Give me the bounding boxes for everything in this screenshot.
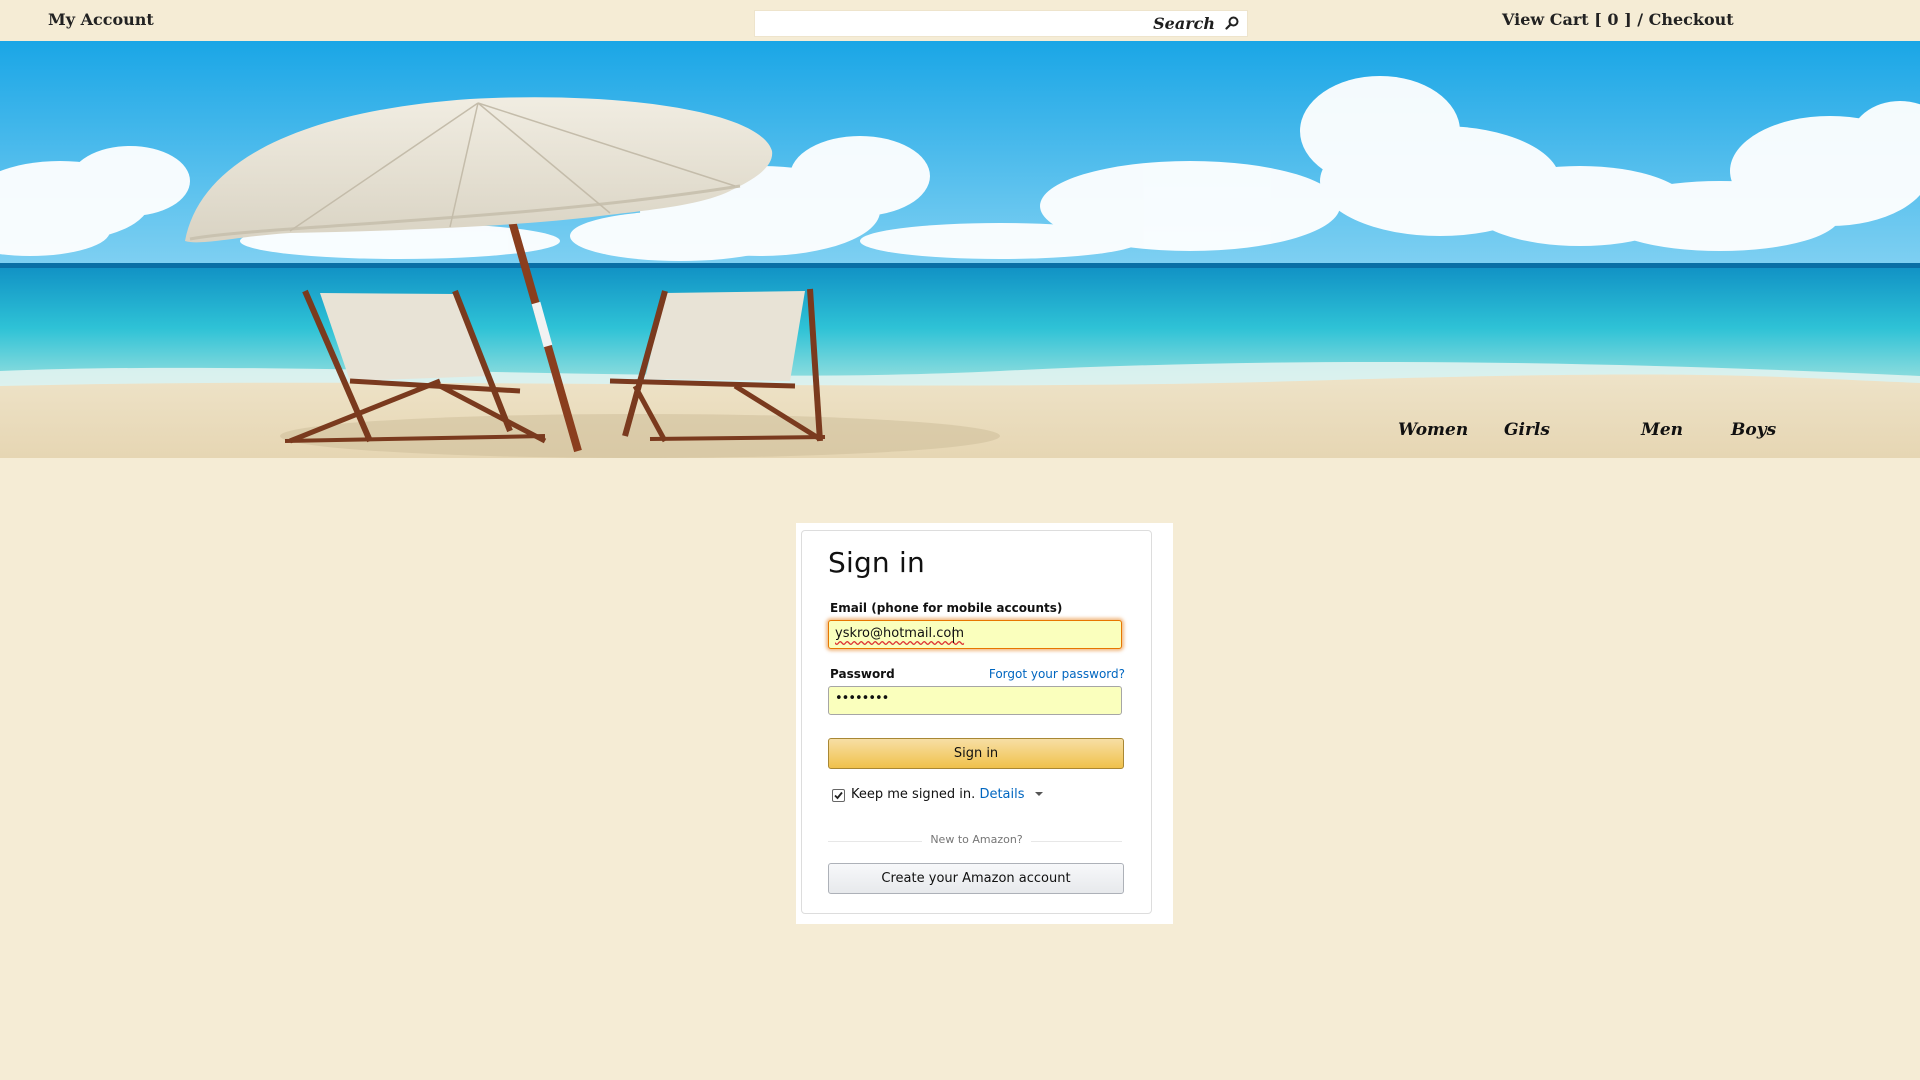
search-icon[interactable] — [1225, 16, 1239, 30]
email-field[interactable]: yskro@hotmail.com — [828, 620, 1122, 649]
new-to-amazon-divider: New to Amazon? — [802, 833, 1151, 846]
caret-down-icon[interactable] — [1034, 792, 1043, 796]
email-label: Email (phone for mobile accounts) — [830, 601, 1063, 615]
my-account-link[interactable]: My Account — [48, 10, 154, 29]
password-label: Password — [830, 667, 895, 681]
text-caret — [953, 627, 954, 643]
create-account-button[interactable]: Create your Amazon account — [828, 863, 1124, 894]
beach-umbrella-chairs-image — [0, 41, 1920, 458]
signin-button[interactable]: Sign in — [828, 738, 1124, 769]
view-cart-checkout-link[interactable]: View Cart [ 0 ] / Checkout — [1502, 10, 1734, 29]
nav-men[interactable]: Men — [1641, 420, 1683, 440]
top-bar: My Account Search View Cart [ 0 ] / Chec… — [0, 0, 1920, 41]
new-to-amazon-text: New to Amazon? — [922, 833, 1031, 846]
signin-title: Sign in — [828, 546, 925, 579]
email-value: yskro@hotmail.com — [835, 626, 965, 641]
password-field[interactable]: •••••••• — [828, 686, 1122, 715]
hero-banner: Women Girls Men Boys — [0, 41, 1920, 458]
keep-signed-in-row: Keep me signed in. Details — [851, 787, 1043, 802]
details-link[interactable]: Details — [979, 787, 1024, 802]
search-input[interactable]: Search — [754, 10, 1248, 37]
nav-boys[interactable]: Boys — [1731, 420, 1776, 440]
keep-signed-in-checkbox[interactable] — [832, 789, 845, 802]
search-label: Search — [1153, 14, 1215, 33]
signin-panel: Sign in Email (phone for mobile accounts… — [801, 530, 1152, 914]
forgot-password-link[interactable]: Forgot your password? — [989, 667, 1125, 681]
password-value: •••••••• — [835, 691, 889, 706]
checkmark-icon — [834, 791, 843, 800]
signin-panel-frame: Sign in Email (phone for mobile accounts… — [796, 523, 1173, 924]
keep-signed-in-label: Keep me signed in. — [851, 787, 976, 802]
nav-girls[interactable]: Girls — [1504, 420, 1550, 440]
nav-women[interactable]: Women — [1398, 420, 1468, 440]
